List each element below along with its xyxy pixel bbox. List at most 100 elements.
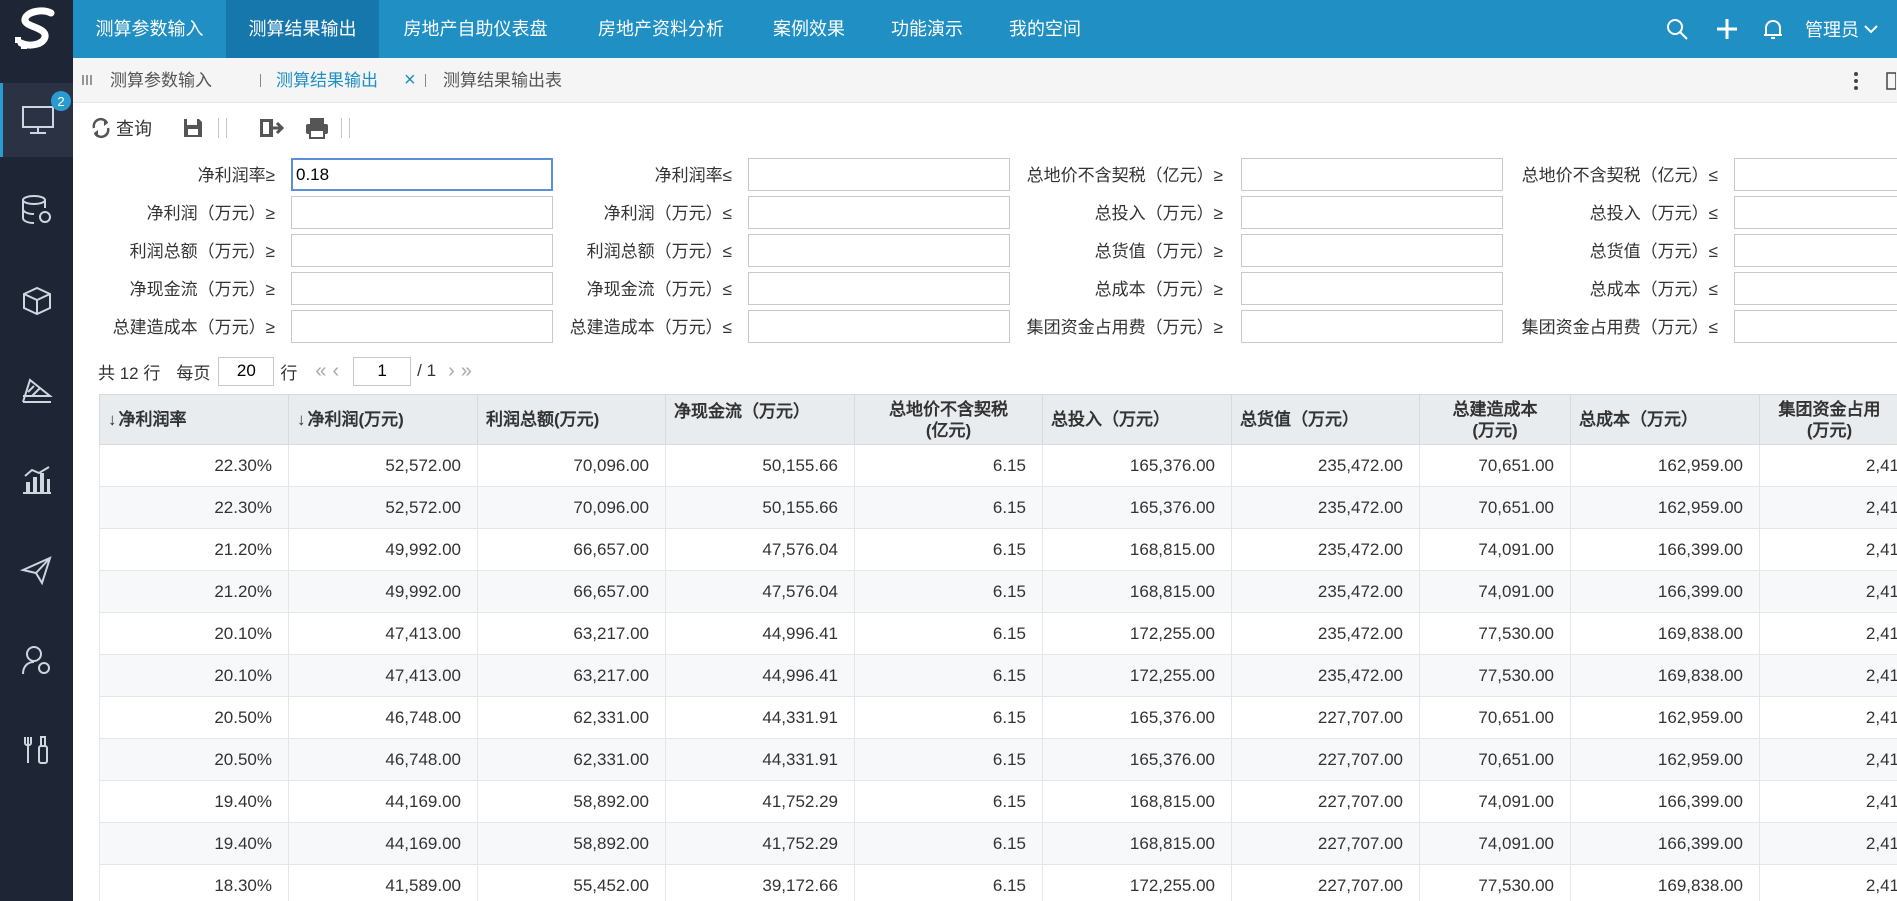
table-cell: 6.15 bbox=[854, 444, 1043, 487]
query-button[interactable]: 查询 bbox=[90, 115, 152, 141]
table-row[interactable]: 19.40% 44,169.00 58,892.00 41,752.29 6.15 168… bbox=[99, 780, 1897, 823]
column-header[interactable]: 净现金流（万元） bbox=[665, 394, 855, 445]
table-row[interactable]: 21.20% 49,992.00 66,657.00 47,576.04 6.15 168… bbox=[99, 528, 1897, 571]
table-cell: 74,091.00 bbox=[1419, 528, 1571, 571]
table-body: 22.30% 52,572.00 70,096.00 50,155.66 6.15 165… bbox=[99, 444, 1897, 901]
table-cell: 70,651.00 bbox=[1419, 444, 1571, 487]
filter-label-net-cashflow-min: 净现金流（万元）≥ bbox=[129, 280, 275, 299]
nav-tab-dashboard[interactable]: 房地产自助仪表盘 bbox=[379, 0, 572, 58]
table-cell: 162,959.00 bbox=[1570, 486, 1760, 529]
next-page-button[interactable]: › bbox=[448, 360, 455, 383]
filter-input-net-margin-max[interactable] bbox=[748, 158, 1010, 191]
nav-tab-demo[interactable]: 功能演示 bbox=[868, 0, 986, 58]
column-header[interactable]: 总成本（万元） bbox=[1570, 394, 1760, 445]
tab-divider bbox=[425, 74, 426, 87]
column-header[interactable]: 利润总额(万元) bbox=[477, 394, 666, 445]
tab-list-menu-button[interactable] bbox=[81, 73, 93, 87]
filter-input-net-profit-min[interactable] bbox=[291, 196, 553, 229]
maximize-button[interactable] bbox=[1886, 71, 1896, 91]
filter-input-total-profit-max[interactable] bbox=[748, 234, 1010, 267]
column-header-text: (亿元) bbox=[925, 420, 972, 440]
table-row[interactable]: 20.50% 46,748.00 62,331.00 44,331.91 6.15 165… bbox=[99, 738, 1897, 781]
table-cell: 63,217.00 bbox=[477, 612, 666, 655]
table-cell: 20.50% bbox=[99, 738, 289, 781]
export-icon bbox=[260, 119, 284, 137]
sidebar-item-monitor[interactable]: 2 bbox=[0, 83, 73, 157]
column-header[interactable]: 总货值（万元） bbox=[1231, 394, 1420, 445]
filter-input-total-value-min[interactable] bbox=[1241, 234, 1503, 267]
sidebar-item-chart[interactable] bbox=[0, 443, 73, 517]
tools-icon bbox=[23, 736, 48, 764]
table-row[interactable]: 22.30% 52,572.00 70,096.00 50,155.66 6.15 165… bbox=[99, 444, 1897, 487]
page-tab-param-input[interactable]: 测算参数输入 bbox=[110, 58, 212, 103]
print-button[interactable] bbox=[304, 115, 330, 141]
filter-input-land-price-max[interactable] bbox=[1734, 158, 1897, 191]
filter-input-total-cost-min[interactable] bbox=[1241, 272, 1503, 305]
more-options-button[interactable] bbox=[1853, 71, 1859, 91]
nav-tab-result-output[interactable]: 测算结果输出 bbox=[226, 0, 379, 58]
table-row[interactable]: 22.30% 52,572.00 70,096.00 50,155.66 6.15 165… bbox=[99, 486, 1897, 529]
filter-input-construction-cost-max[interactable] bbox=[748, 310, 1010, 343]
sidebar-item-tools[interactable] bbox=[0, 713, 73, 787]
close-tab-button[interactable]: × bbox=[404, 58, 416, 103]
nav-tab-my-space[interactable]: 我的空间 bbox=[986, 0, 1104, 58]
table-row[interactable]: 20.10% 47,413.00 63,217.00 44,996.41 6.15 172… bbox=[99, 654, 1897, 697]
table-row[interactable]: 21.20% 49,992.00 66,657.00 47,576.04 6.15 168… bbox=[99, 570, 1897, 613]
page-number-input[interactable] bbox=[353, 356, 412, 386]
page-tab-result-output[interactable]: 测算结果输出 bbox=[276, 58, 378, 103]
table-row[interactable]: 20.50% 46,748.00 62,331.00 44,331.91 6.15 165… bbox=[99, 696, 1897, 739]
column-header[interactable]: ↓ 净利润率 bbox=[99, 394, 289, 445]
user-menu[interactable]: 管理员 bbox=[1805, 16, 1879, 42]
filter-input-total-value-max[interactable] bbox=[1734, 234, 1897, 267]
table-row[interactable]: 19.40% 44,169.00 58,892.00 41,752.29 6.15 168… bbox=[99, 822, 1897, 865]
filter-input-land-price-min[interactable] bbox=[1241, 158, 1503, 191]
nav-tab-param-input[interactable]: 测算参数输入 bbox=[73, 0, 226, 58]
table-cell: 70,096.00 bbox=[477, 486, 666, 529]
nav-tab-data-analysis[interactable]: 房地产资料分析 bbox=[572, 0, 750, 58]
sidebar-item-send[interactable] bbox=[0, 533, 73, 607]
filter-input-total-investment-max[interactable] bbox=[1734, 196, 1897, 229]
last-page-button[interactable]: » bbox=[461, 360, 472, 383]
table-row[interactable]: 18.30% 41,589.00 55,452.00 39,172.66 6.15 172… bbox=[99, 864, 1897, 901]
save-button[interactable] bbox=[181, 115, 205, 141]
filter-input-net-cashflow-max[interactable] bbox=[748, 272, 1010, 305]
table-cell: 63,217.00 bbox=[477, 654, 666, 697]
user-gear-icon bbox=[21, 646, 50, 675]
export-button[interactable] bbox=[258, 115, 284, 141]
column-header[interactable]: 总投入（万元） bbox=[1042, 394, 1232, 445]
filter-input-total-investment-min[interactable] bbox=[1241, 196, 1503, 229]
add-button[interactable] bbox=[1715, 17, 1739, 41]
filter-input-group-fund-fee-min[interactable] bbox=[1241, 310, 1503, 343]
column-header[interactable]: 集团资金占用 (万元) bbox=[1759, 394, 1897, 445]
per-page-input[interactable] bbox=[218, 356, 275, 386]
filter-label-land-price-max: 总地价不含契税（亿元）≤ bbox=[1521, 166, 1718, 185]
notifications-button[interactable] bbox=[1761, 17, 1785, 41]
column-header[interactable]: 总地价不含契税 (亿元) bbox=[854, 394, 1043, 445]
prev-page-button[interactable]: ‹ bbox=[332, 360, 339, 383]
search-button[interactable] bbox=[1665, 17, 1689, 41]
column-header[interactable]: 总建造成本 (万元) bbox=[1419, 394, 1571, 445]
filter-input-construction-cost-min[interactable] bbox=[291, 310, 553, 343]
sidebar-item-user-settings[interactable] bbox=[0, 623, 73, 697]
table-cell: 58,892.00 bbox=[477, 780, 666, 823]
sidebar-item-database[interactable] bbox=[0, 173, 73, 247]
sidebar-item-stairs[interactable] bbox=[0, 353, 73, 427]
table-row[interactable]: 20.10% 47,413.00 63,217.00 44,996.41 6.15 172… bbox=[99, 612, 1897, 655]
filter-input-net-profit-max[interactable] bbox=[748, 196, 1010, 229]
table-cell: 2,41 bbox=[1759, 738, 1897, 781]
filter-input-group-fund-fee-max[interactable] bbox=[1734, 310, 1897, 343]
filter-input-total-profit-min[interactable] bbox=[291, 234, 553, 267]
filter-input-net-margin-min[interactable] bbox=[291, 158, 553, 191]
table-cell: 169,838.00 bbox=[1570, 612, 1760, 655]
paper-plane-icon bbox=[19, 556, 52, 586]
page-tab-result-table[interactable]: 测算结果输出表 bbox=[443, 58, 562, 103]
filter-input-total-cost-max[interactable] bbox=[1734, 272, 1897, 305]
sidebar-item-cubes[interactable] bbox=[0, 263, 73, 337]
app-logo bbox=[0, 0, 73, 58]
table-cell: 20.10% bbox=[99, 612, 289, 655]
table-cell: 165,376.00 bbox=[1042, 738, 1232, 781]
first-page-button[interactable]: « bbox=[315, 360, 326, 383]
column-header[interactable]: ↓ 净利润(万元) bbox=[288, 394, 478, 445]
filter-input-net-cashflow-min[interactable] bbox=[291, 272, 553, 305]
nav-tab-case-effects[interactable]: 案例效果 bbox=[750, 0, 868, 58]
